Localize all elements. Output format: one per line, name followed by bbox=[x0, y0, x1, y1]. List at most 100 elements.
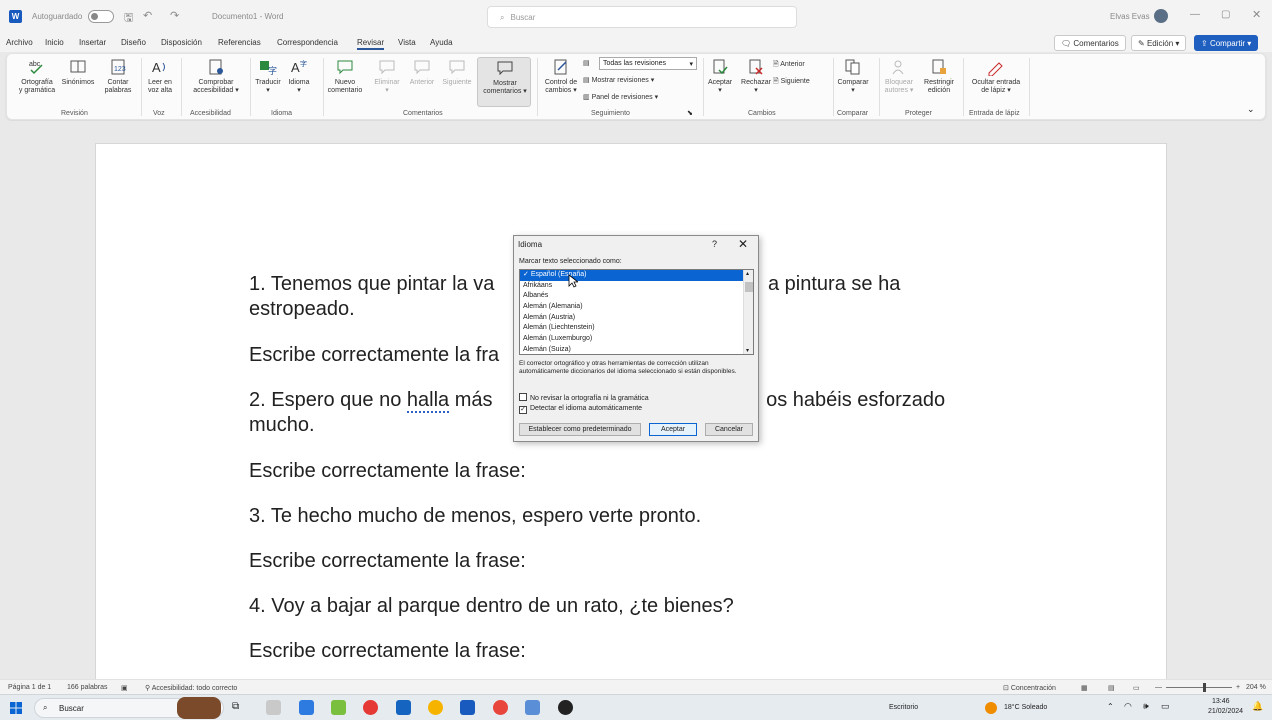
taskbar-app-icon[interactable] bbox=[396, 700, 411, 715]
show-comments-button[interactable]: Mostrar comentarios ▾ bbox=[477, 57, 531, 107]
language-option[interactable]: Alemán (Alemania) bbox=[520, 302, 753, 313]
restrict-editing-button[interactable]: Restringir edición bbox=[920, 58, 958, 95]
language-option[interactable]: Albanés bbox=[520, 291, 753, 302]
checkbox-checked-icon[interactable]: ✓ bbox=[519, 406, 527, 414]
no-proofing-checkbox[interactable]: No revisar la ortografía ni la gramática bbox=[519, 393, 649, 402]
accept-button[interactable]: Aceptar ▾ bbox=[703, 58, 737, 95]
share-button[interactable]: ⇪ Compartir ▾ bbox=[1194, 35, 1259, 51]
zoom-level[interactable]: 204 % bbox=[1246, 684, 1266, 691]
weather-text[interactable]: 18°C Soleado bbox=[1004, 704, 1047, 711]
battery-icon[interactable]: ▭ bbox=[1161, 701, 1170, 712]
taskbar-app-icon[interactable] bbox=[331, 700, 346, 715]
language-option[interactable]: Alemán (Austria) bbox=[520, 313, 753, 324]
set-default-button[interactable]: Establecer como predeterminado bbox=[519, 423, 641, 436]
delete-comment-button[interactable]: Eliminar ▾ bbox=[369, 58, 405, 95]
undo-icon[interactable]: ↶ bbox=[143, 9, 152, 22]
language-option[interactable]: Afrikáans bbox=[520, 281, 753, 292]
print-layout-icon[interactable]: ▤ bbox=[1108, 684, 1115, 692]
chrome-icon[interactable] bbox=[363, 700, 378, 715]
word-count-button[interactable]: 123 Contar palabras bbox=[99, 58, 137, 95]
tab-inicio[interactable]: Inicio bbox=[45, 38, 64, 47]
thesaurus-button[interactable]: Sinónimos bbox=[59, 58, 97, 87]
language-option[interactable]: ✓ Español (España) bbox=[520, 270, 753, 281]
taskbar-app-icon[interactable] bbox=[493, 700, 508, 715]
tab-ayuda[interactable]: Ayuda bbox=[430, 38, 453, 47]
reviewing-pane-button[interactable]: ▥ Panel de revisiones ▾ bbox=[583, 93, 658, 101]
avatar[interactable] bbox=[1154, 9, 1168, 23]
volume-icon[interactable]: 🕪 bbox=[1143, 701, 1149, 712]
language-option[interactable]: Alemán (Liechtenstein) bbox=[520, 323, 753, 334]
show-markup-button[interactable]: ▤ Mostrar revisiones ▾ bbox=[583, 76, 654, 84]
word-taskbar-icon[interactable] bbox=[460, 700, 475, 715]
language-option[interactable]: Alemán (Luxemburgo) bbox=[520, 334, 753, 345]
zoom-slider[interactable] bbox=[1166, 687, 1232, 688]
autosave-toggle[interactable] bbox=[88, 10, 114, 23]
misspelled-word[interactable]: halla bbox=[406, 389, 450, 413]
save-icon[interactable]: 🖫 bbox=[124, 9, 133, 28]
tab-correspondencia[interactable]: Correspondencia bbox=[277, 38, 338, 47]
detect-language-checkbox[interactable]: ✓ Detectar el idioma automáticamente bbox=[519, 405, 642, 414]
scroll-down-icon[interactable]: ▾ bbox=[746, 347, 749, 354]
web-layout-icon[interactable]: ▭ bbox=[1133, 684, 1140, 692]
proofing-icon[interactable]: ▣ bbox=[121, 684, 128, 692]
restore-icon[interactable]: ▢ bbox=[1221, 9, 1230, 20]
help-icon[interactable]: ? bbox=[712, 239, 717, 249]
zoom-out-icon[interactable]: — bbox=[1155, 684, 1162, 691]
compare-button[interactable]: Comparar ▾ bbox=[833, 58, 873, 95]
redo-icon[interactable]: ↷ bbox=[170, 9, 179, 22]
scrollbar-thumb[interactable] bbox=[745, 282, 753, 292]
tab-archivo[interactable]: Archivo bbox=[6, 38, 33, 47]
zoom-in-icon[interactable]: + bbox=[1236, 684, 1240, 691]
task-view-icon[interactable]: ⧉ bbox=[232, 701, 239, 712]
markup-view-select[interactable]: Todas las revisiones ▾ bbox=[599, 57, 697, 70]
language-button[interactable]: A字 Idioma ▾ bbox=[285, 58, 313, 95]
hide-ink-button[interactable]: Ocultar entrada de lápiz ▾ bbox=[965, 58, 1027, 95]
taskbar-app-icon[interactable] bbox=[558, 700, 573, 715]
taskbar-app-icon[interactable] bbox=[266, 700, 281, 715]
tab-diseno[interactable]: Diseño bbox=[121, 38, 146, 47]
translate-button[interactable]: 字 Traducir ▾ bbox=[253, 58, 283, 95]
focus-button[interactable]: ⊡ Concentración bbox=[1003, 684, 1056, 692]
next-change-button[interactable]: 🗎 Siguiente bbox=[773, 77, 810, 88]
tab-insertar[interactable]: Insertar bbox=[79, 38, 106, 47]
ok-button[interactable]: Aceptar bbox=[649, 423, 697, 436]
taskbar-search[interactable]: ⌕ Buscar bbox=[34, 697, 224, 719]
spelling-grammar-button[interactable]: abc Ortografía y gramática bbox=[15, 58, 59, 95]
block-authors-button[interactable]: Bloquear autores ▾ bbox=[881, 58, 917, 95]
accessibility-status[interactable]: ⚲ Accesibilidad: todo correcto bbox=[145, 684, 237, 692]
tray-chevron-icon[interactable]: ⌃ bbox=[1107, 702, 1114, 711]
read-mode-icon[interactable]: ▦ bbox=[1081, 684, 1088, 692]
collapse-ribbon-icon[interactable]: ⌄ bbox=[1247, 104, 1255, 115]
taskbar-app-icon[interactable] bbox=[428, 700, 443, 715]
zoom-slider-thumb[interactable] bbox=[1203, 683, 1206, 692]
taskbar-app-icon[interactable] bbox=[525, 700, 540, 715]
language-listbox[interactable]: ✓ Español (España) Afrikáans Albanés Ale… bbox=[519, 269, 754, 355]
new-comment-button[interactable]: Nuevo comentario bbox=[325, 58, 365, 95]
word-count[interactable]: 166 palabras bbox=[67, 684, 107, 691]
windows-start-icon[interactable] bbox=[10, 702, 22, 714]
minimize-icon[interactable]: — bbox=[1190, 9, 1200, 20]
checkbox-unchecked[interactable] bbox=[519, 393, 527, 401]
comments-button[interactable]: 🗨 Comentarios bbox=[1054, 35, 1126, 51]
previous-change-button[interactable]: 🗎 Anterior bbox=[773, 60, 805, 71]
read-aloud-button[interactable]: A Leer en voz alta bbox=[143, 58, 177, 95]
clock-date[interactable]: 21/02/2024 bbox=[1208, 708, 1243, 715]
cancel-button[interactable]: Cancelar bbox=[705, 423, 753, 436]
notifications-icon[interactable]: 🔔 bbox=[1252, 701, 1263, 712]
check-accessibility-button[interactable]: Comprobar accesibilidad ▾ bbox=[185, 58, 247, 95]
page-count[interactable]: Página 1 de 1 bbox=[8, 684, 51, 691]
tab-referencias[interactable]: Referencias bbox=[218, 38, 261, 47]
previous-comment-button[interactable]: Anterior bbox=[405, 58, 439, 87]
next-comment-button[interactable]: Siguiente bbox=[440, 58, 474, 87]
clock-time[interactable]: 13:46 bbox=[1212, 698, 1230, 705]
search-input[interactable]: ⌕ Buscar bbox=[487, 6, 797, 28]
track-changes-button[interactable]: Control de cambios ▾ bbox=[539, 58, 583, 95]
wifi-icon[interactable]: ◠ bbox=[1124, 701, 1132, 712]
reject-button[interactable]: Rechazar ▾ bbox=[738, 58, 774, 95]
desktop-toolbar[interactable]: Escritorio bbox=[889, 704, 918, 711]
close-icon[interactable]: ✕ bbox=[738, 237, 748, 251]
tab-revisar[interactable]: Revisar bbox=[357, 38, 385, 50]
editing-mode-button[interactable]: ✎ Edición ▾ bbox=[1131, 35, 1187, 51]
list-scrollbar[interactable]: ▴ ▾ bbox=[743, 270, 753, 354]
taskbar-app-icon[interactable] bbox=[299, 700, 314, 715]
